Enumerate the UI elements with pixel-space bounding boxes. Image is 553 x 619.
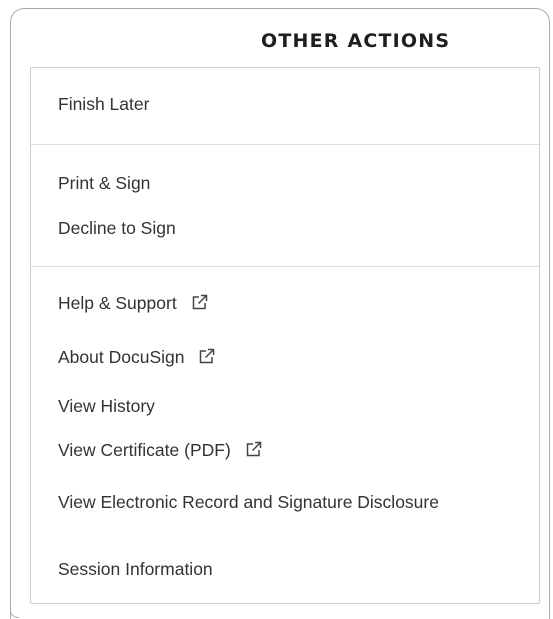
external-link-icon: [246, 441, 261, 457]
menu-item-label: Help & Support: [58, 293, 177, 313]
menu-item-session-information[interactable]: Session Information: [58, 559, 519, 580]
menu-item-label: Print & Sign: [58, 173, 151, 193]
menu-item-print-and-sign[interactable]: Print & Sign: [58, 173, 519, 194]
menu-item-label: Session Information: [58, 559, 213, 579]
panel-title: OTHER ACTIONS: [261, 30, 451, 52]
menu-item-label: About DocuSign: [58, 347, 185, 367]
menu-item-about-docusign[interactable]: About DocuSign: [58, 347, 519, 368]
menu-group-save: Finish Later: [31, 68, 539, 144]
menu-item-decline-to-sign[interactable]: Decline to Sign: [58, 218, 519, 239]
menu-item-label: View Certificate (PDF): [58, 440, 231, 460]
panel-corner: [10, 589, 19, 618]
actions-menu: Finish Later Print & Sign Decline to Sig…: [30, 67, 540, 604]
menu-item-label: View History: [58, 396, 155, 416]
menu-item-finish-later[interactable]: Finish Later: [58, 94, 519, 115]
menu-group-sign: Print & Sign Decline to Sign: [31, 144, 539, 267]
menu-item-view-history[interactable]: View History: [58, 396, 519, 417]
menu-group-info: Help & Support About DocuSign View Histo…: [31, 266, 539, 605]
menu-item-view-certificate[interactable]: View Certificate (PDF): [58, 440, 519, 461]
external-link-icon: [192, 294, 207, 310]
external-link-icon: [200, 348, 215, 364]
other-actions-panel: OTHER ACTIONS Finish Later Print & Sign …: [10, 8, 550, 619]
menu-item-label: View Electronic Record and Signature Dis…: [58, 492, 439, 512]
menu-item-label: Decline to Sign: [58, 218, 176, 238]
menu-item-label: Finish Later: [58, 94, 150, 114]
menu-item-view-electronic-record-disclosure[interactable]: View Electronic Record and Signature Dis…: [58, 492, 478, 513]
menu-item-help-and-support[interactable]: Help & Support: [58, 293, 519, 314]
